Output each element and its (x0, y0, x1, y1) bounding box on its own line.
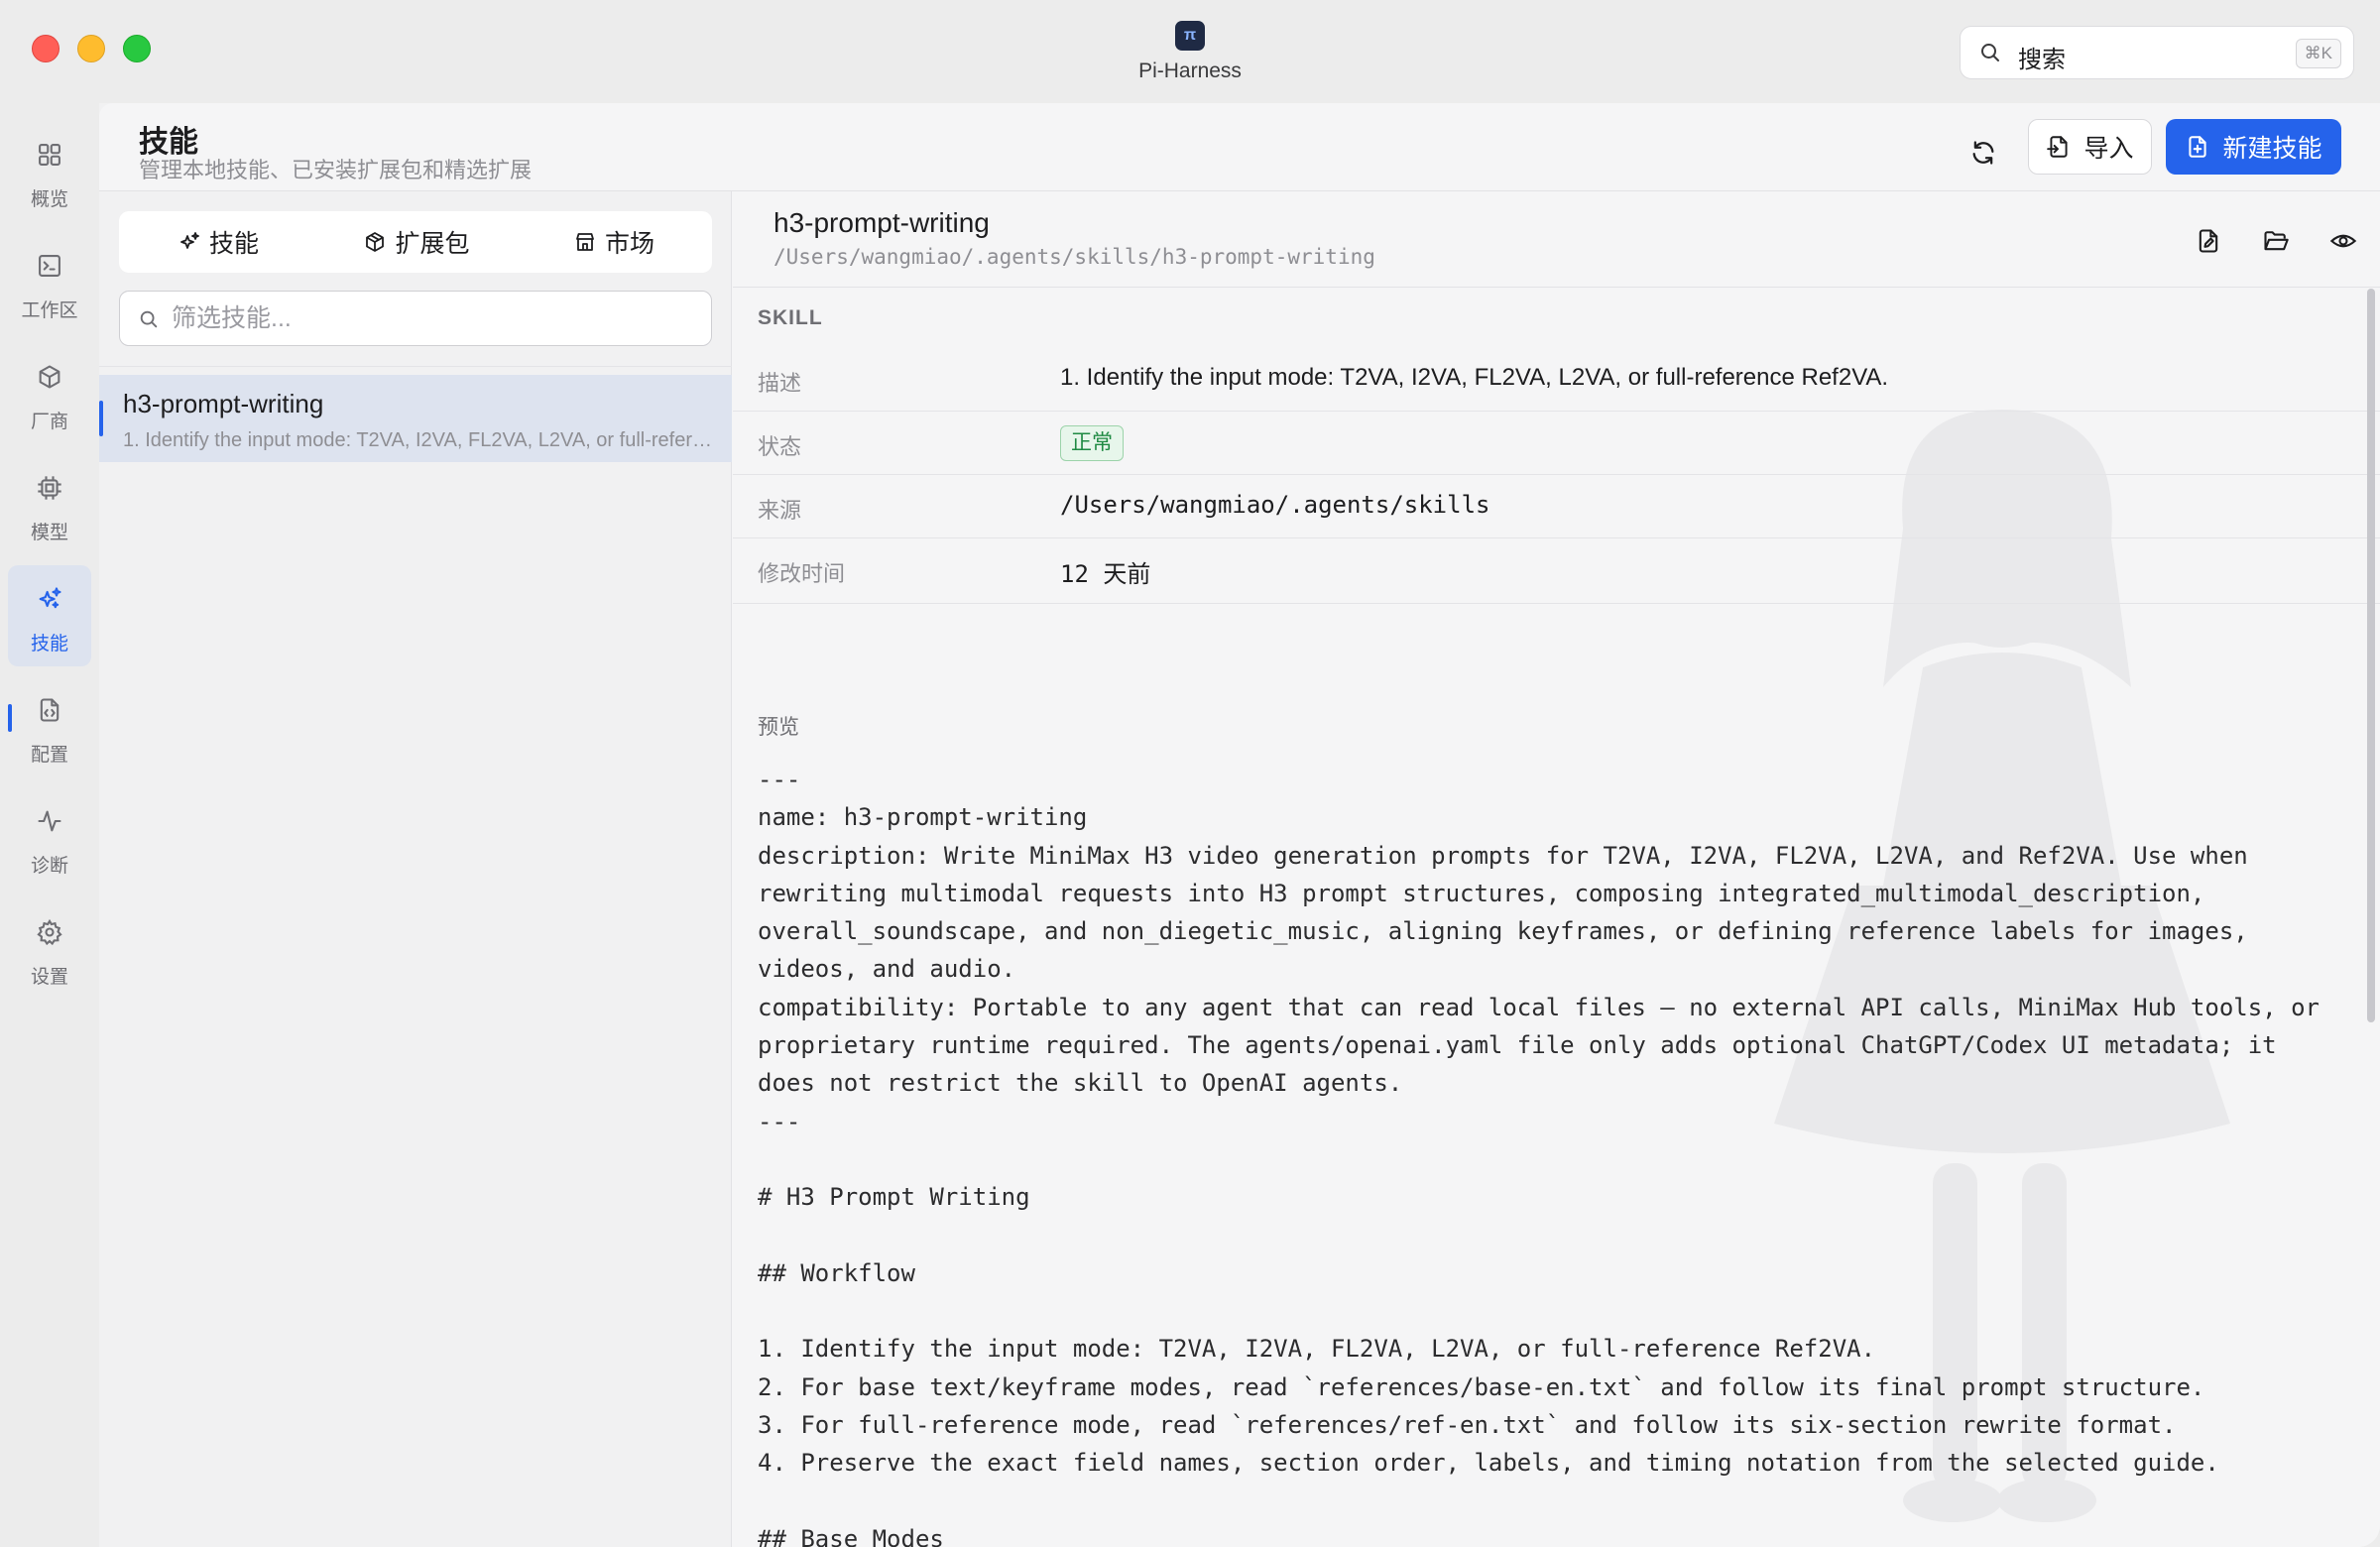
cube-icon (39, 365, 60, 389)
skill-detail-panel: h3-prompt-writing /Users/wangmiao/.agent… (733, 191, 2380, 1547)
skill-description: 1. Identify the input mode: T2VA, I2VA, … (123, 429, 718, 451)
sidebar-item-label: 诊断 (30, 856, 68, 877)
file-plus-icon (2189, 136, 2207, 158)
sidebar-item-config[interactable]: 配置 (8, 676, 91, 777)
sidebar-item-diagnostics[interactable]: 诊断 (8, 787, 91, 889)
field-value: /Users/wangmiao/.agents/skills (1060, 491, 1490, 519)
sidebar-item-label: 设置 (30, 967, 68, 988)
main-content: 技能 管理本地技能、已安装扩展包和精选扩展 导入 新建技能 技能 扩展包 市场 … (99, 103, 2380, 1547)
page-subtitle: 管理本地技能、已安装扩展包和精选扩展 (139, 158, 533, 182)
chip-icon (38, 476, 61, 500)
field-value: 1. Identify the input mode: T2VA, I2VA, … (1060, 364, 1889, 391)
app-logo-icon: π (1175, 21, 1205, 51)
sidebar-item-workspace[interactable]: 工作区 (8, 232, 91, 333)
list-tabs: 技能 扩展包 市场 (119, 211, 712, 273)
scrollbar[interactable] (2367, 289, 2375, 1022)
gear-icon (37, 918, 62, 946)
field-key: 描述 (758, 371, 802, 396)
sidebar-item-models[interactable]: 模型 (8, 454, 91, 555)
status-badge: 正常 (1060, 425, 1124, 461)
field-row-source: 来源 /Users/wangmiao/.agents/skills (733, 475, 2380, 538)
sidebar-item-label: 厂商 (30, 412, 68, 432)
import-icon (2047, 136, 2069, 158)
tab-skills[interactable]: 技能 (119, 211, 317, 273)
minimize-window-button[interactable] (77, 35, 105, 62)
package-icon (366, 232, 385, 252)
global-search[interactable]: 搜索 ⌘K (1960, 26, 2354, 79)
detail-divider (733, 287, 2380, 288)
terminal-icon (39, 255, 60, 277)
file-edit-icon (2199, 229, 2218, 253)
file-code-icon (40, 698, 60, 722)
new-skill-button-label: 新建技能 (2222, 135, 2322, 163)
sidebar-nav: 概览 工作区 厂商 模型 技能 配置 诊断 设置 (0, 103, 99, 1547)
preview-button[interactable] (2323, 221, 2363, 261)
new-skill-button[interactable]: 新建技能 (2166, 119, 2341, 175)
tab-label: 市场 (604, 230, 654, 258)
sidebar-item-overview[interactable]: 概览 (8, 121, 91, 222)
sparkles-icon (39, 587, 61, 609)
field-key: 修改时间 (758, 561, 846, 586)
tab-label: 扩展包 (395, 230, 470, 258)
sidebar-item-label: 模型 (30, 523, 68, 543)
maximize-window-button[interactable] (123, 35, 151, 62)
skill-filter-field[interactable] (119, 291, 712, 346)
field-row-modified: 修改时间 12 天前 (733, 538, 2380, 604)
app-window: π Pi-Harness 搜索 ⌘K 概览 工作区 厂商 模型 技能 配置 诊断… (0, 0, 2380, 1547)
skill-preview-text: --- name: h3-prompt-writing description:… (758, 766, 2320, 1547)
skill-filter-input[interactable] (172, 292, 697, 345)
tab-market[interactable]: 市场 (516, 211, 712, 273)
eye-icon (2329, 234, 2357, 248)
sparkles-icon (180, 232, 199, 249)
open-folder-button[interactable] (2256, 221, 2296, 261)
list-divider (99, 366, 732, 367)
skills-list-panel: 技能 扩展包 市场 h3-prompt-writing 1. Id (99, 191, 732, 1547)
app-title: Pi-Harness (1138, 60, 1242, 82)
field-row-description: 描述 1. Identify the input mode: T2VA, I2V… (733, 348, 2380, 412)
sidebar-item-settings[interactable]: 设置 (8, 898, 91, 1000)
field-key: 来源 (758, 498, 802, 523)
grid-icon (39, 144, 60, 166)
import-button[interactable]: 导入 (2028, 119, 2152, 175)
close-window-button[interactable] (32, 35, 60, 62)
list-item[interactable]: h3-prompt-writing 1. Identify the input … (99, 375, 732, 462)
field-row-status: 状态 正常 (733, 412, 2380, 475)
sidebar-item-label: 配置 (30, 745, 68, 766)
detail-skill-name: h3-prompt-writing (774, 207, 990, 238)
field-value: 12 天前 (1060, 560, 1151, 588)
skill-name: h3-prompt-writing (123, 389, 324, 418)
sidebar-item-label: 工作区 (21, 300, 78, 321)
sidebar-item-skills[interactable]: 技能 (8, 565, 91, 666)
preview-label: 预览 (758, 716, 799, 739)
search-icon (1981, 44, 1999, 61)
tab-label: 技能 (208, 230, 259, 258)
selected-indicator (99, 401, 103, 436)
search-icon (140, 310, 158, 328)
search-label: 搜索 (2018, 47, 2066, 73)
section-label: SKILL (758, 306, 823, 329)
activity-icon (38, 810, 61, 832)
detail-skill-path: /Users/wangmiao/.agents/skills/h3-prompt… (774, 245, 1375, 269)
search-shortcut-badge: ⌘K (2295, 39, 2341, 68)
edit-file-button[interactable] (2189, 221, 2228, 261)
import-button-label: 导入 (2083, 135, 2134, 163)
folder-open-icon (2264, 231, 2289, 251)
store-icon (576, 233, 594, 251)
title-bar: π Pi-Harness 搜索 ⌘K (0, 0, 2380, 103)
refresh-icon (1972, 141, 1994, 165)
sidebar-item-providers[interactable]: 厂商 (8, 343, 91, 444)
tab-packages[interactable]: 扩展包 (317, 211, 516, 273)
sidebar-item-label: 概览 (30, 189, 68, 210)
field-key: 状态 (758, 434, 802, 459)
sidebar-item-label: 技能 (30, 634, 68, 654)
refresh-button[interactable] (1956, 125, 2011, 180)
